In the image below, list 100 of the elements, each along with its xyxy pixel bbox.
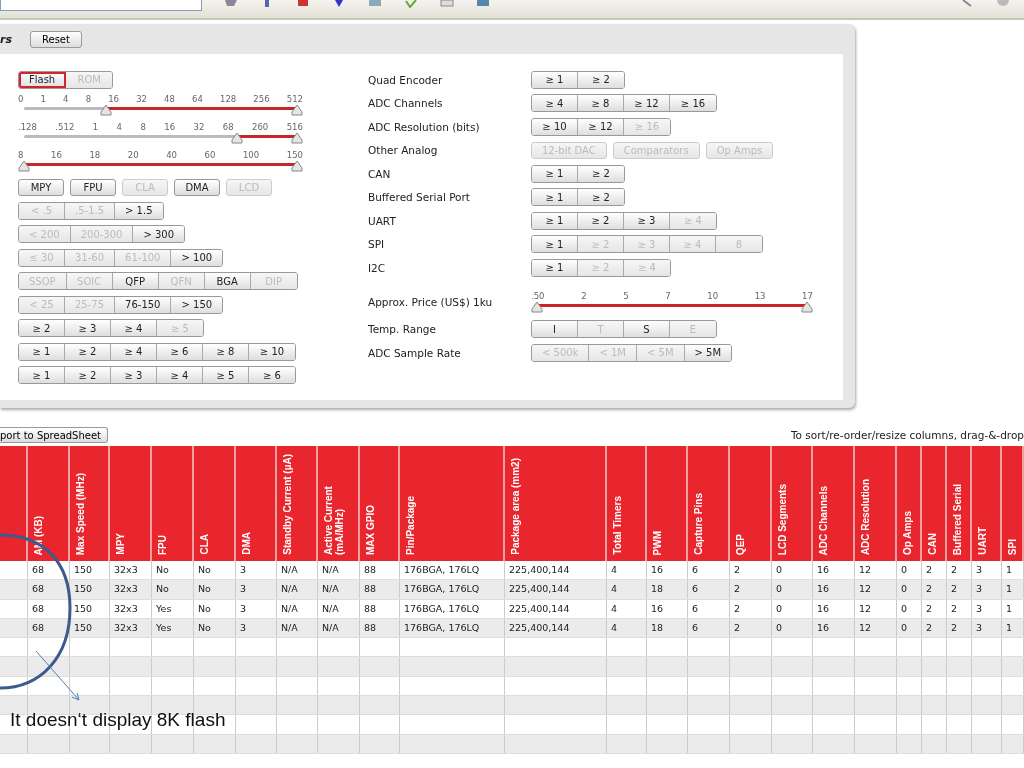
segment-button[interactable]: S	[624, 321, 670, 338]
column-header[interactable]: SPI	[1002, 446, 1024, 561]
column-header[interactable]: Op Amps	[897, 446, 922, 561]
table-cell: 12	[855, 618, 897, 638]
tick-label: 16	[164, 122, 176, 132]
segment-button[interactable]: ≥ 12	[624, 95, 670, 112]
table-cell: 18	[647, 580, 688, 599]
segment-button[interactable]: ≥ 1	[532, 236, 578, 253]
bookmark-icon[interactable]	[332, 0, 346, 8]
segment-button[interactable]: ≥ 6	[249, 367, 295, 384]
column-header[interactable]: MAX GPIO	[360, 446, 400, 561]
slider-thumb[interactable]	[230, 132, 243, 144]
column-header[interactable]: CAN	[922, 446, 947, 561]
column-header[interactable]: DMA	[236, 446, 277, 561]
column-header[interactable]: Pin/Package	[400, 446, 505, 561]
segment-button[interactable]: > 1.5	[115, 202, 163, 219]
segment-button[interactable]: ≥ 1	[532, 165, 578, 182]
segment-button[interactable]: ≥ 2	[578, 212, 624, 229]
segment-button[interactable]: ≥ 5	[203, 367, 249, 384]
column-header[interactable]: Buffered Serial	[947, 446, 972, 561]
segment-button[interactable]: ≥ 1	[532, 189, 578, 206]
column-header[interactable]: ADC Channels	[813, 446, 855, 561]
column-header[interactable]: QEP	[730, 446, 772, 561]
segment-button[interactable]: ≥ 8	[578, 95, 624, 112]
slider-thumb[interactable]	[531, 300, 543, 313]
segment-button[interactable]: ≥ 1	[532, 71, 578, 88]
segment-button[interactable]: ≥ 10	[249, 343, 295, 360]
column-header[interactable]	[0, 446, 28, 561]
slider-track[interactable]	[18, 160, 303, 173]
checkmark-icon[interactable]	[404, 0, 418, 8]
column-header[interactable]: UART	[972, 446, 1002, 561]
segment-button[interactable]: ≥ 3	[111, 367, 157, 384]
slider-thumb[interactable]	[99, 104, 112, 116]
slider-thumb[interactable]	[291, 132, 303, 144]
table-cell: 0	[772, 561, 813, 580]
segment-button[interactable]: ≥ 4	[111, 343, 157, 360]
segment-button[interactable]: BGA	[204, 273, 251, 290]
segment-button[interactable]: > 150	[171, 296, 223, 313]
segment-button[interactable]: ≥ 1	[532, 259, 578, 276]
tick-label: 68	[222, 122, 234, 132]
filter-button[interactable]: MPY	[18, 178, 64, 196]
segment-button[interactable]: ≥ 4	[532, 95, 578, 112]
slider-thumb[interactable]	[291, 160, 303, 172]
segment-button[interactable]: > 5M	[684, 344, 732, 361]
column-header[interactable]: CLA	[194, 446, 236, 561]
table-cell: 32x3	[110, 561, 152, 580]
slider-track[interactable]	[531, 300, 813, 314]
column-header[interactable]: Max Speed (MHz)	[70, 446, 110, 561]
segment-button[interactable]: ≥ 2	[65, 367, 111, 384]
filter-button[interactable]: DMA	[174, 178, 220, 196]
table-cell: 176BGA, 176LQ	[400, 599, 505, 618]
table-cell: N/A	[318, 580, 360, 599]
segment-button[interactable]: QFP	[112, 273, 159, 290]
segment-button[interactable]: ≥ 4	[111, 320, 157, 337]
segment-button[interactable]: ≥ 2	[19, 320, 65, 337]
annotation-arrow	[35, 650, 81, 702]
filter-button[interactable]: FPU	[70, 178, 116, 196]
column-header[interactable]: Active Current (mA/MHz)	[318, 446, 360, 561]
segment-button[interactable]: ≥ 2	[578, 71, 624, 88]
segment-button[interactable]: ≥ 2	[578, 189, 624, 206]
reset-button[interactable]: Reset	[30, 30, 82, 48]
segment-button[interactable]: ≥ 1	[19, 367, 65, 384]
column-header[interactable]: Total Timers	[607, 446, 647, 561]
table-cell: 225,400,144	[505, 618, 607, 638]
segment-button[interactable]: ≥ 1	[532, 212, 578, 229]
segment-button[interactable]: ≥ 3	[624, 212, 670, 229]
column-header[interactable]: Capture Pins	[688, 446, 730, 561]
tick-label: 0	[18, 94, 24, 104]
segment-button[interactable]: ≥ 6	[157, 343, 203, 360]
filter-label: ADC Channels	[368, 97, 444, 110]
column-header[interactable]: MPY	[110, 446, 152, 561]
column-header[interactable]: PWM	[647, 446, 688, 561]
toggle-button[interactable]: Flash	[19, 71, 67, 88]
table-cell: 88	[360, 618, 400, 638]
column-header[interactable]: ADC Resolution	[855, 446, 897, 561]
table-cell: 68	[28, 618, 70, 638]
column-header[interactable]: FPU	[152, 446, 194, 561]
tick-label: 4	[116, 122, 122, 132]
segment-button[interactable]: ≥ 2	[578, 165, 624, 182]
segment-button[interactable]: ≥ 4	[157, 367, 203, 384]
slider-thumb[interactable]	[18, 160, 30, 172]
tick-label: 256	[253, 94, 270, 104]
search-field[interactable]	[0, 0, 202, 11]
column-header[interactable]: Package area (mm2)	[505, 446, 607, 561]
segment-button[interactable]: > 300	[133, 226, 185, 243]
segment-button[interactable]: > 100	[171, 249, 223, 266]
slider-thumb[interactable]	[291, 104, 303, 116]
export-button[interactable]: port to SpreadSheet	[0, 427, 109, 443]
column-header[interactable]: Standby Current (µA)	[277, 446, 318, 561]
segment-button[interactable]: ≥ 8	[203, 343, 249, 360]
segment-button[interactable]: ≥ 16	[670, 95, 716, 112]
segment-button[interactable]: ≥ 12	[578, 118, 624, 135]
segment-button[interactable]: ≥ 10	[532, 118, 578, 135]
column-header[interactable]: LCD Segments	[772, 446, 813, 561]
segment-button[interactable]: ≥ 2	[65, 343, 111, 360]
segment-button[interactable]: ≥ 1	[19, 343, 65, 360]
segment-button[interactable]: I	[532, 321, 578, 338]
segment-button[interactable]: ≥ 3	[65, 320, 111, 337]
slider-thumb[interactable]	[801, 300, 813, 313]
segment-button[interactable]: 76-150	[115, 296, 172, 313]
